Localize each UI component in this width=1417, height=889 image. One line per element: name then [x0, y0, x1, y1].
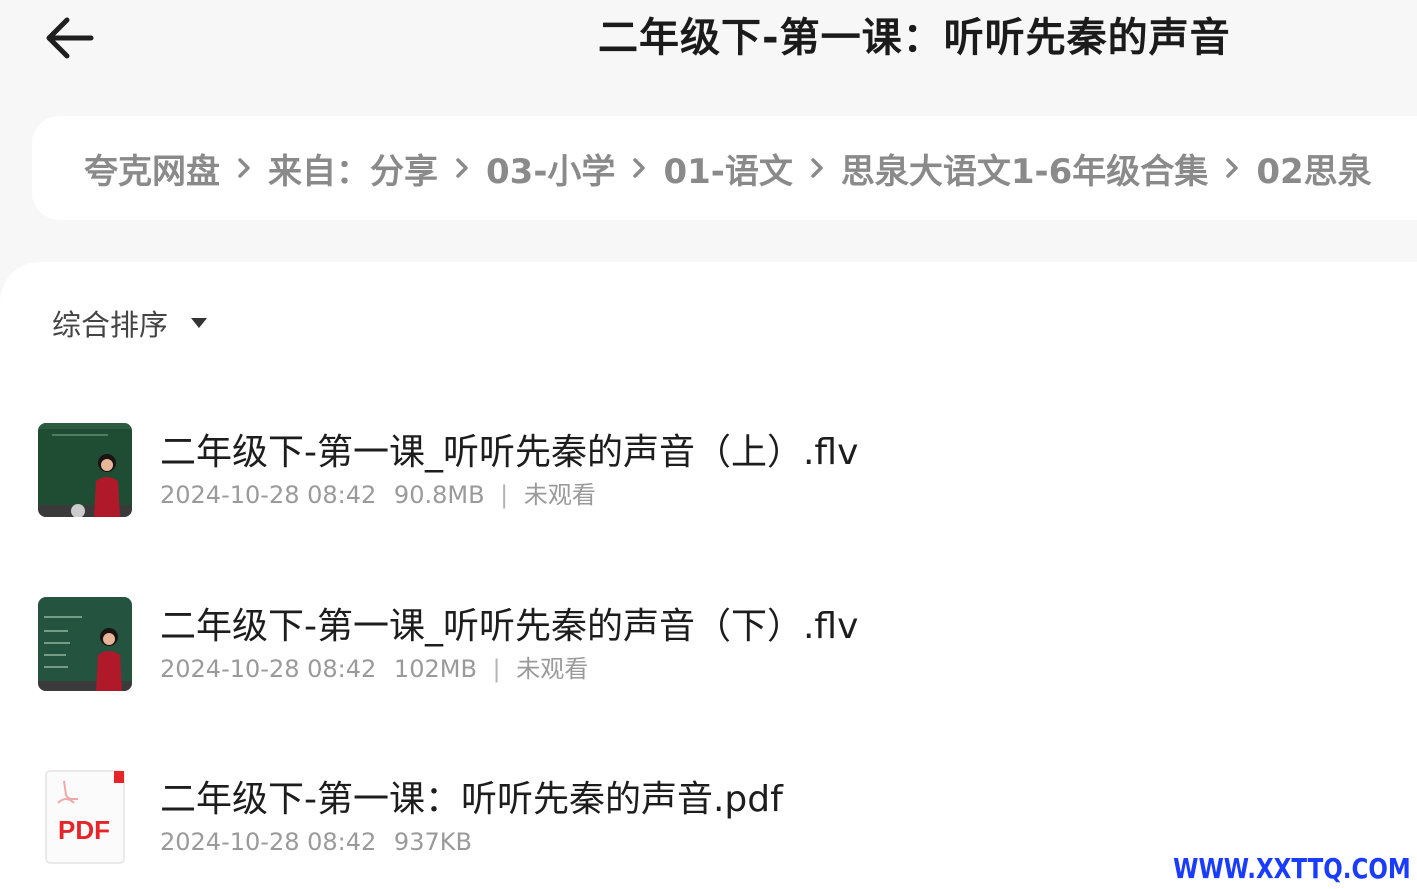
watch-status: 未观看: [516, 655, 589, 683]
file-name: 二年级下-第一课_听听先秦的声音（下）.flv: [160, 606, 859, 647]
breadcrumb-item-current[interactable]: 02思泉: [1256, 144, 1371, 193]
meta-divider: |: [492, 655, 501, 683]
breadcrumb-item-chinese[interactable]: 01-语文: [663, 144, 792, 193]
file-date: 2024-10-28 08:42: [160, 828, 377, 856]
breadcrumb: 夸克网盘 来自：分享 03-小学 01-语文 思泉大语文1-6年级合集 02思泉: [32, 116, 1417, 220]
page-title: 二年级下-第一课：听听先秦的声音: [598, 15, 1231, 61]
file-date: 2024-10-28 08:42: [160, 655, 377, 683]
chevron-right-icon: [438, 157, 486, 179]
chevron-right-icon: [615, 157, 663, 179]
caret-down-icon: [190, 317, 208, 329]
watermark: WWW.XXTTQ.COM: [1173, 852, 1411, 885]
breadcrumb-item-primary-school[interactable]: 03-小学: [486, 144, 615, 193]
chevron-right-icon: [793, 157, 841, 179]
sort-dropdown[interactable]: 综合排序: [52, 300, 208, 346]
file-size: 937KB: [393, 828, 472, 856]
file-name: 二年级下-第一课_听听先秦的声音（上）.flv: [160, 432, 859, 473]
chevron-right-icon: [220, 157, 268, 179]
sort-label: 综合排序: [52, 308, 169, 342]
meta-divider: |: [500, 481, 509, 509]
file-meta: 2024-10-28 08:42 102MB | 未观看: [160, 652, 588, 686]
breadcrumb-item-from-share[interactable]: 来自：分享: [268, 144, 438, 193]
pdf-file-icon: PDF: [44, 769, 128, 865]
video-thumbnail: [38, 597, 132, 691]
file-list-panel: 综合排序 二年级下-第一课_听听先秦的声音（上）.flv 2024-10-28 …: [0, 262, 1417, 889]
file-date: 2024-10-28 08:42: [160, 481, 377, 509]
top-bar: 二年级下-第一课：听听先秦的声音: [0, 0, 1417, 80]
file-row[interactable]: 二年级下-第一课_听听先秦的声音（上）.flv 2024-10-28 08:42…: [0, 420, 1417, 530]
file-name: 二年级下-第一课：听听先秦的声音.pdf: [160, 779, 783, 820]
arrow-left-icon: [46, 17, 94, 59]
file-row[interactable]: 二年级下-第一课_听听先秦的声音（下）.flv 2024-10-28 08:42…: [0, 594, 1417, 704]
breadcrumb-item-quark-drive[interactable]: 夸克网盘: [84, 144, 220, 193]
breadcrumb-item-collection[interactable]: 思泉大语文1-6年级合集: [841, 144, 1208, 193]
breadcrumb-list: 夸克网盘 来自：分享 03-小学 01-语文 思泉大语文1-6年级合集 02思泉: [84, 116, 1372, 220]
watch-status: 未观看: [523, 481, 596, 509]
video-thumbnail: [38, 423, 132, 517]
pdf-icon-label: PDF: [58, 815, 110, 845]
file-size: 90.8MB: [393, 481, 485, 509]
file-meta: 2024-10-28 08:42 937KB: [160, 825, 472, 859]
back-button[interactable]: [38, 10, 100, 66]
file-meta: 2024-10-28 08:42 90.8MB | 未观看: [160, 478, 596, 512]
file-size: 102MB: [393, 655, 477, 683]
chevron-right-icon: [1208, 157, 1256, 179]
